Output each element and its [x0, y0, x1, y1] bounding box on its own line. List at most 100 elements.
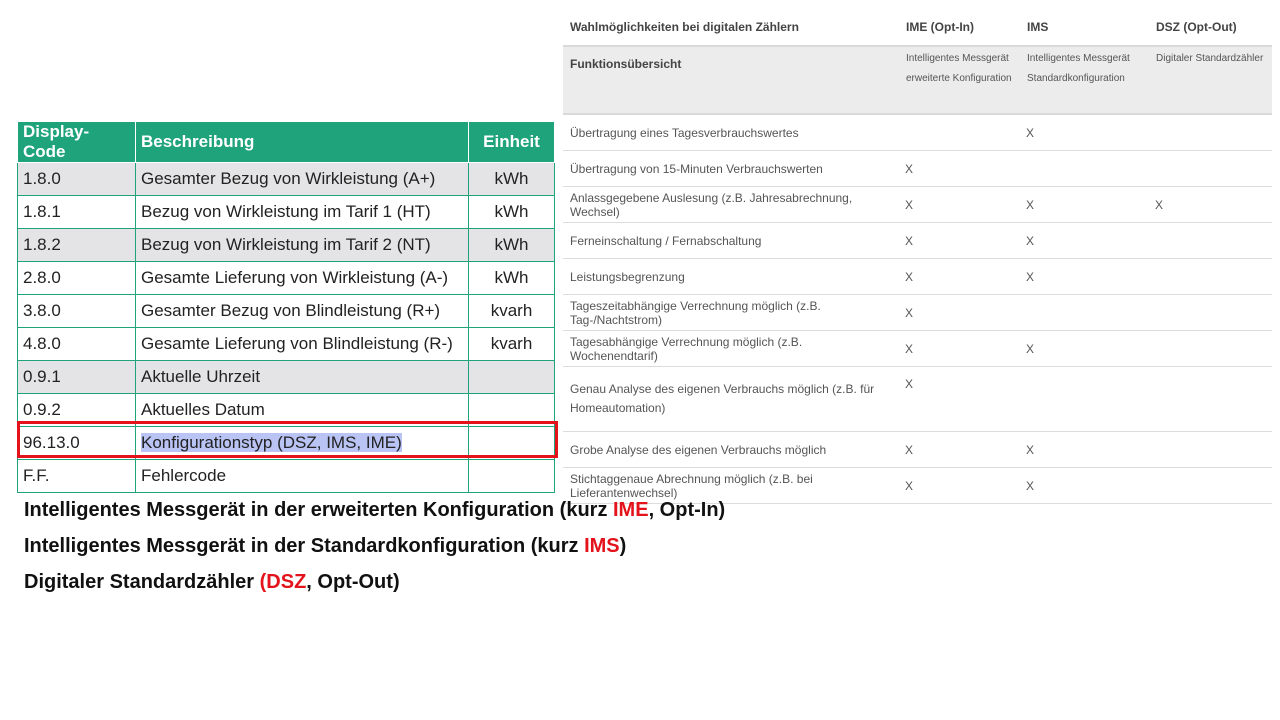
dsz-description: Digitaler Standardzähler [1149, 45, 1272, 115]
ime-description-line2: erweiterte Konfiguration [906, 73, 1012, 84]
table-row: 1.8.1 Bezug von Wirkleistung im Tarif 1 … [17, 195, 555, 229]
ims-mark [1020, 150, 1149, 187]
legend-abbreviation: IME [613, 499, 649, 521]
ime-mark: X [899, 467, 1020, 504]
ims-mark: X [1020, 431, 1149, 468]
feature-row: Leistungsbegrenzung X X [563, 258, 1272, 295]
ime-description-line1: Intelligentes Messgerät [906, 53, 1009, 64]
feature-row: Übertragung von 15-Minuten Verbrauchswer… [563, 150, 1272, 187]
legend-abbreviation: (DSZ [259, 571, 307, 593]
description-cell: Gesamte Lieferung von Blindleistung (R-) [135, 327, 469, 361]
unit-cell: kvarh [468, 327, 555, 361]
header-ime: IME (Opt-In) [906, 20, 974, 34]
unit-cell: kvarh [468, 294, 555, 328]
ims-mark: X [1020, 222, 1149, 259]
function-overview-label: Funktionsübersicht [563, 45, 899, 115]
dsz-mark [1149, 366, 1272, 432]
legend-text: Intelligentes Messgerät in der Standardk… [24, 535, 585, 557]
function-overview-row: Funktionsübersicht Intelligentes Messger… [563, 45, 1272, 115]
description-cell: Gesamte Lieferung von Wirkleistung (A-) [135, 261, 469, 295]
feature-label: Ferneinschaltung / Fernabschaltung [563, 222, 899, 259]
dsz-description-line1: Digitaler Standardzähler [1156, 53, 1264, 64]
header-display-code: Display-Code [17, 121, 136, 163]
unit-cell: kWh [468, 261, 555, 295]
ims-description: Intelligentes Messgerät Standardkonfigur… [1020, 45, 1149, 115]
feature-label: Anlassgegebene Auslesung (z.B. Jahresabr… [563, 186, 899, 223]
table-row: 1.8.0 Gesamter Bezug von Wirkleistung (A… [17, 162, 555, 196]
ims-mark: X [1020, 330, 1149, 367]
code-cell: 4.8.0 [17, 327, 136, 361]
code-cell: F.F. [17, 459, 136, 493]
table-row: 0.9.1 Aktuelle Uhrzeit [17, 360, 555, 394]
legend-abbreviation: IMS [584, 535, 620, 557]
feature-row: Tageszeitabhängige Verrechnung möglich (… [563, 294, 1272, 331]
header-dsz: DSZ (Opt-Out) [1156, 20, 1237, 34]
feature-label: Genau Analyse des eigenen Verbrauchs mög… [563, 366, 899, 432]
description-cell: Gesamter Bezug von Wirkleistung (A+) [135, 162, 469, 196]
legend-text: , Opt-In) [648, 499, 726, 521]
ims-mark: X [1020, 258, 1149, 295]
dsz-mark: X [1149, 186, 1272, 223]
dsz-mark [1149, 258, 1272, 295]
header-ims: IMS [1027, 20, 1049, 34]
dsz-mark [1149, 294, 1272, 331]
description-cell: Bezug von Wirkleistung im Tarif 1 (HT) [135, 195, 469, 229]
unit-cell [468, 459, 555, 493]
description-cell: Gesamter Bezug von Blindleistung (R+) [135, 294, 469, 328]
dsz-mark [1149, 114, 1272, 151]
legend-text: , Opt-Out) [306, 571, 400, 593]
ims-description-line1: Intelligentes Messgerät [1027, 53, 1130, 64]
unit-cell: kWh [468, 162, 555, 196]
table-row: 4.8.0 Gesamte Lieferung von Blindleistun… [17, 327, 555, 361]
legend-line-ims: Intelligentes Messgerät in der Standardk… [24, 530, 725, 566]
meter-options-table: Wahlmöglichkeiten bei digitalen Zählern … [563, 9, 1272, 504]
dsz-mark [1149, 467, 1272, 504]
dsz-mark [1149, 431, 1272, 468]
legend-text: ) [619, 535, 627, 557]
unit-cell: kWh [468, 228, 555, 262]
header-beschreibung: Beschreibung [135, 121, 469, 163]
description-cell: Aktuelle Uhrzeit [135, 360, 469, 394]
ime-mark: X [899, 330, 1020, 367]
ime-mark: X [899, 258, 1020, 295]
table-row: 1.8.2 Bezug von Wirkleistung im Tarif 2 … [17, 228, 555, 262]
highlight-frame [17, 421, 558, 458]
ime-mark: X [899, 186, 1020, 223]
ime-mark: X [899, 431, 1020, 468]
unit-cell [468, 360, 555, 394]
abbreviation-legend: Intelligentes Messgerät in der erweitert… [24, 494, 725, 602]
ime-description: Intelligentes Messgerät erweiterte Konfi… [899, 45, 1020, 115]
feature-row: Übertragung eines Tagesverbrauchswertes … [563, 114, 1272, 151]
legend-line-ime: Intelligentes Messgerät in der erweitert… [24, 494, 725, 530]
ime-mark: X [899, 366, 1020, 432]
dsz-mark [1149, 330, 1272, 367]
legend-line-dsz: Digitaler Standardzähler (DSZ, Opt-Out) [24, 566, 725, 602]
legend-text: Intelligentes Messgerät in der erweitert… [24, 499, 613, 521]
feature-row: Ferneinschaltung / Fernabschaltung X X [563, 222, 1272, 259]
feature-row: Genau Analyse des eigenen Verbrauchs mög… [563, 366, 1272, 432]
dsz-mark [1149, 150, 1272, 187]
ims-mark: X [1020, 467, 1149, 504]
feature-label: Grobe Analyse des eigenen Verbrauchs mög… [563, 431, 899, 468]
ime-mark: X [899, 150, 1020, 187]
code-cell: 0.9.1 [17, 360, 136, 394]
feature-row: Anlassgegebene Auslesung (z.B. Jahresabr… [563, 186, 1272, 223]
feature-row: Tagesabhängige Verrechnung möglich (z.B.… [563, 330, 1272, 367]
dsz-mark [1149, 222, 1272, 259]
ime-mark: X [899, 294, 1020, 331]
feature-label: Tageszeitabhängige Verrechnung möglich (… [563, 294, 899, 331]
ime-mark: X [899, 222, 1020, 259]
code-cell: 3.8.0 [17, 294, 136, 328]
code-cell: 1.8.2 [17, 228, 136, 262]
display-code-header-row: Display-Code Beschreibung Einheit [17, 121, 555, 163]
table-row: F.F. Fehlercode [17, 459, 555, 493]
options-title: Wahlmöglichkeiten bei digitalen Zählern [570, 20, 799, 34]
header-einheit: Einheit [468, 121, 555, 163]
unit-cell: kWh [468, 195, 555, 229]
description-cell: Fehlercode [135, 459, 469, 493]
ims-mark: X [1020, 114, 1149, 151]
ims-mark [1020, 366, 1149, 432]
feature-row: Grobe Analyse des eigenen Verbrauchs mög… [563, 431, 1272, 468]
feature-label: Leistungsbegrenzung [563, 258, 899, 295]
feature-label: Tagesabhängige Verrechnung möglich (z.B.… [563, 330, 899, 367]
